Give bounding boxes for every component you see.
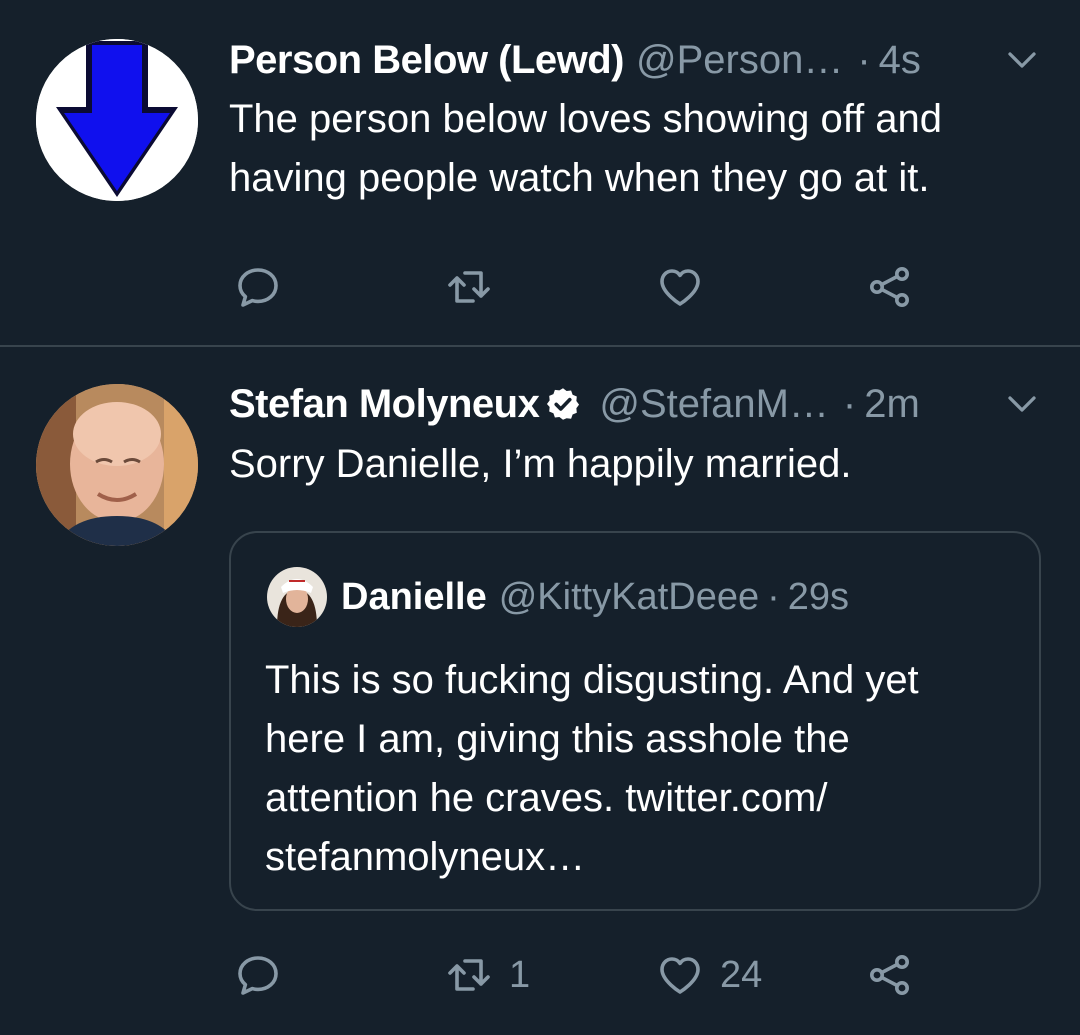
like-count: 24: [720, 953, 763, 996]
retweet-icon: [448, 959, 490, 991]
reply-button[interactable]: [234, 945, 298, 1005]
quoted-timestamp: 29s: [787, 575, 850, 618]
man-portrait-icon: [36, 384, 198, 546]
reply-button[interactable]: [234, 257, 298, 317]
avatar[interactable]: [36, 384, 198, 546]
tweet-text: Sorry Danielle, I’m happily married.: [229, 442, 852, 486]
tweet-header: Stefan Molyneux @StefanM… · 2m: [229, 374, 1040, 434]
separator-dot: ·: [842, 381, 857, 426]
tweet-actions: [0, 257, 1080, 317]
quoted-tweet[interactable]: Danielle @KittyKatDeee · 29s This is so …: [229, 531, 1041, 911]
avatar: [267, 567, 327, 627]
blue-down-arrow-icon: [36, 39, 198, 201]
reply-icon: [238, 268, 278, 307]
user-handle[interactable]: @StefanM…: [599, 382, 829, 427]
quoted-display-name: Danielle: [341, 575, 487, 618]
like-button[interactable]: [656, 257, 720, 317]
retweet-button[interactable]: 1: [445, 945, 530, 1005]
chevron-down-icon[interactable]: [1004, 386, 1040, 422]
retweet-button[interactable]: [445, 257, 509, 317]
separator-dot: ·: [857, 37, 871, 82]
share-icon: [870, 267, 909, 307]
tweet-actions: 1 24: [0, 945, 1080, 1005]
timestamp[interactable]: 4s: [879, 38, 921, 83]
quoted-tweet-header: Danielle @KittyKatDeee · 29s: [267, 567, 850, 627]
share-button[interactable]: [866, 945, 914, 1005]
verified-badge-icon: [547, 388, 580, 420]
reply-icon: [238, 956, 278, 995]
like-icon: [660, 957, 700, 994]
display-name[interactable]: Person Below (Lewd): [229, 38, 625, 83]
quoted-tweet-text: This is so fucking disgusting. And yet h…: [265, 658, 919, 879]
avatar[interactable]: [36, 39, 198, 201]
retweet-icon: [448, 271, 490, 303]
retweet-count: 1: [509, 953, 531, 996]
tweet-text: The person below loves showing off and h…: [229, 97, 943, 200]
like-button[interactable]: 24: [656, 945, 762, 1005]
tweet[interactable]: Stefan Molyneux @StefanM… · 2m Sorry Dan…: [0, 347, 1080, 1035]
quoted-user-handle: @KittyKatDeee: [498, 575, 760, 618]
like-icon: [660, 269, 700, 306]
tweet[interactable]: Person Below (Lewd) @Person… · 4s The pe…: [0, 0, 1080, 347]
display-name[interactable]: Stefan Molyneux: [229, 382, 540, 427]
share-icon: [870, 955, 909, 995]
separator-dot: ·: [767, 575, 780, 618]
share-button[interactable]: [866, 257, 914, 317]
woman-portrait-icon: [267, 567, 327, 627]
tweet-header: Person Below (Lewd) @Person… · 4s: [229, 30, 1040, 90]
timestamp[interactable]: 2m: [864, 382, 920, 427]
user-handle[interactable]: @Person…: [636, 38, 843, 83]
chevron-down-icon[interactable]: [1004, 42, 1040, 78]
